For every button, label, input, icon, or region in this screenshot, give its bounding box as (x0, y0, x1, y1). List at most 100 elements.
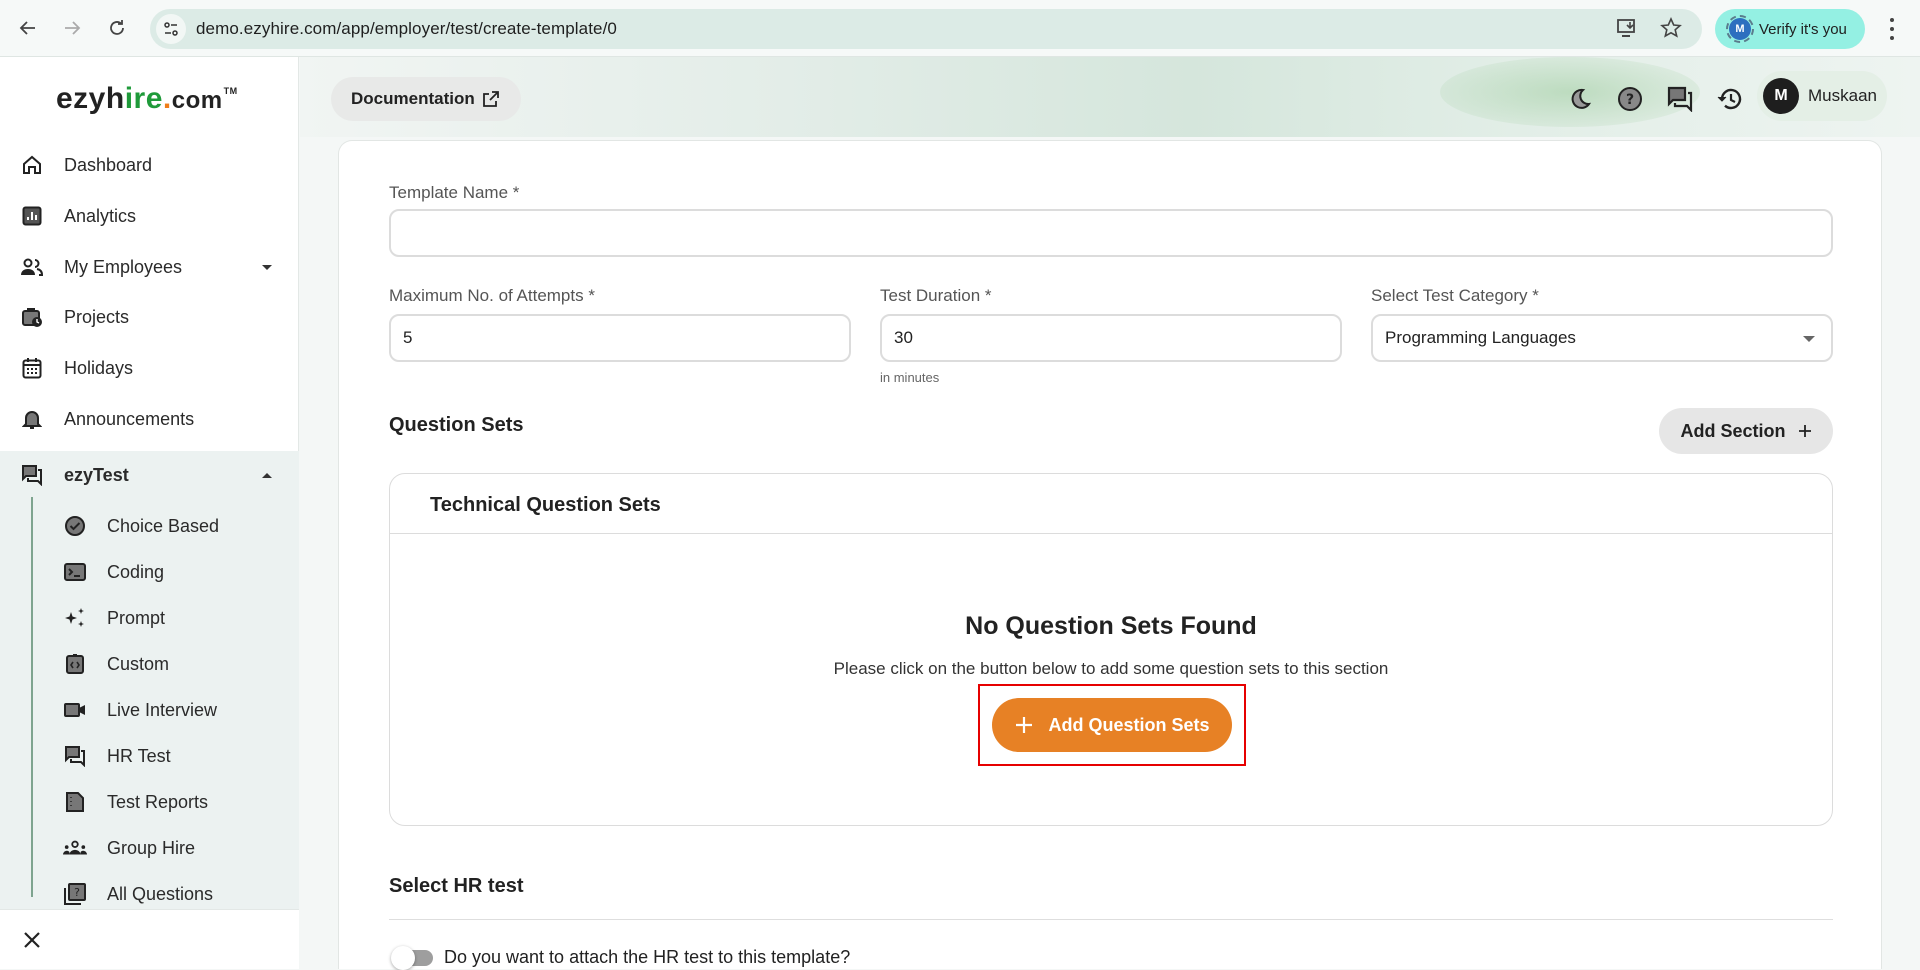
empty-state-message: Please click on the button below to add … (833, 659, 1389, 678)
profile-verify-button[interactable]: M Verify it's you (1715, 9, 1865, 49)
sidebar-subitem-label: Group Hire (107, 837, 196, 858)
sidebar-subitem-label: Choice Based (107, 515, 220, 536)
hr-test-title: Select HR test (389, 875, 524, 897)
forward-button[interactable] (60, 16, 84, 40)
sidebar-item-label: My Employees (64, 256, 183, 277)
test-duration-label: Test Duration * (880, 286, 992, 305)
messages-button[interactable] (1666, 85, 1694, 113)
bell-icon (20, 407, 44, 431)
svg-text:?: ? (74, 886, 80, 899)
back-button[interactable] (16, 16, 40, 40)
max-attempts-input[interactable] (389, 314, 851, 362)
video-camera-icon (63, 698, 87, 722)
ezyhire-logo[interactable]: ezyh ire. com TM (56, 82, 238, 116)
create-template-form: Template Name * Maximum No. of Attempts … (338, 140, 1882, 970)
toggle-knob (391, 946, 415, 970)
people-icon (20, 255, 44, 279)
sidebar-subitem-live-interview[interactable]: Live Interview (0, 687, 299, 733)
sidebar-subitem-label: All Questions (107, 883, 214, 904)
question-library-icon: ? (63, 882, 87, 906)
add-section-button[interactable]: Add Section (1659, 408, 1833, 454)
check-circle-icon (63, 514, 87, 538)
app-header: Documentation ? M Muskaan (300, 57, 1920, 137)
add-section-label: Add Section (1680, 420, 1786, 441)
sidebar-subitem-label: Coding (107, 561, 165, 582)
documentation-button[interactable]: Documentation (331, 77, 521, 121)
close-sidebar-button[interactable] (20, 928, 44, 952)
browser-toolbar: demo.ezyhire.com/app/employer/test/creat… (0, 0, 1920, 57)
sidebar: ezyh ire. com TM Dashboard Analytics My Emp… (0, 57, 299, 969)
history-icon (1717, 88, 1742, 110)
question-sets-title: Question Sets (389, 414, 524, 436)
history-button[interactable] (1716, 85, 1744, 113)
sidebar-item-my-employees[interactable]: My Employees (0, 243, 299, 291)
reload-icon (110, 20, 124, 35)
dark-mode-toggle[interactable] (1566, 85, 1594, 113)
address-bar[interactable]: demo.ezyhire.com/app/employer/test/creat… (150, 9, 1702, 49)
max-attempts-label: Maximum No. of Attempts * (389, 286, 595, 305)
sidebar-item-label: Analytics (64, 205, 137, 226)
test-duration-helper: in minutes (880, 370, 940, 385)
close-icon (24, 932, 40, 948)
sidebar-subitem-custom[interactable]: Custom (0, 641, 299, 687)
sidebar-subitem-choice-based[interactable]: Choice Based (0, 503, 299, 549)
sidebar-subitem-label: Test Reports (107, 791, 209, 812)
attach-hr-test-toggle[interactable] (391, 946, 435, 970)
template-name-input[interactable] (389, 209, 1833, 257)
arrow-right-icon (65, 21, 81, 35)
sidebar-item-holidays[interactable]: Holidays (0, 344, 299, 392)
test-category-select[interactable]: Programming Languages (1371, 314, 1833, 362)
verify-label: Verify it's you (1759, 20, 1847, 38)
sidebar-item-analytics[interactable]: Analytics (0, 192, 299, 240)
test-duration-input[interactable] (880, 314, 1342, 362)
terminal-icon (63, 560, 87, 584)
sidebar-item-projects[interactable]: Projects (0, 293, 299, 341)
calendar-icon (20, 356, 44, 380)
add-question-sets-label: Add Question Sets (1048, 714, 1210, 735)
forum-icon (1667, 86, 1693, 112)
chevron-down-icon (262, 264, 272, 270)
sidebar-subitem-label: HR Test (107, 745, 171, 766)
avatar: M (1763, 78, 1799, 114)
sidebar-subitem-hr-test[interactable]: HR Test (0, 733, 299, 779)
logo-text-green: ire (124, 82, 163, 115)
sidebar-subitem-label: Custom (107, 653, 170, 674)
sidebar-subitem-coding[interactable]: Coding (0, 549, 299, 595)
tune-icon (164, 22, 178, 36)
section-header: Technical Question Sets (390, 474, 1832, 534)
sidebar-item-announcements[interactable]: Announcements (0, 395, 299, 443)
briefcase-clock-icon (20, 305, 44, 329)
sidebar-subitem-test-reports[interactable]: Test Reports (0, 779, 299, 825)
sidebar-subitem-group-hire[interactable]: Group Hire (0, 825, 299, 871)
sidebar-subitem-prompt[interactable]: Prompt (0, 595, 299, 641)
group-icon (63, 836, 87, 860)
sidebar-item-label: Dashboard (64, 154, 153, 175)
sidebar-item-label: Projects (64, 306, 130, 327)
sidebar-item-dashboard[interactable]: Dashboard (0, 141, 299, 189)
technical-question-sets-section: Technical Question Sets No Question Sets… (389, 473, 1833, 826)
moon-icon (1571, 88, 1592, 109)
help-button[interactable]: ? (1616, 85, 1644, 113)
reload-button[interactable] (105, 16, 129, 40)
sparkles-icon (63, 606, 87, 630)
user-name: Muskaan (1808, 86, 1877, 105)
dropdown-arrow-icon (1803, 336, 1815, 342)
profile-avatar: M (1726, 15, 1754, 43)
forum-icon (20, 463, 44, 487)
arrow-left-icon (19, 21, 35, 35)
empty-state-title: No Question Sets Found (965, 612, 1257, 640)
analytics-icon (20, 204, 44, 228)
sidebar-subitem-label: Prompt (107, 607, 166, 628)
sidebar-item-label: ezyTest (64, 464, 129, 485)
attach-hr-test-label: Do you want to attach the HR test to thi… (444, 947, 851, 967)
browser-menu-icon[interactable] (1884, 16, 1900, 42)
add-question-sets-button[interactable]: Add Question Sets (992, 698, 1232, 752)
code-clipboard-icon (63, 652, 87, 676)
bookmark-star-icon[interactable] (1660, 17, 1682, 39)
site-info-button[interactable] (156, 14, 186, 44)
sidebar-item-ezytest[interactable]: ezyTest (0, 451, 299, 499)
test-category-value: Programming Languages (1385, 328, 1576, 347)
user-menu-button[interactable]: M Muskaan (1757, 71, 1887, 121)
logo-dot: . (162, 82, 172, 115)
install-app-icon[interactable] (1616, 17, 1638, 39)
